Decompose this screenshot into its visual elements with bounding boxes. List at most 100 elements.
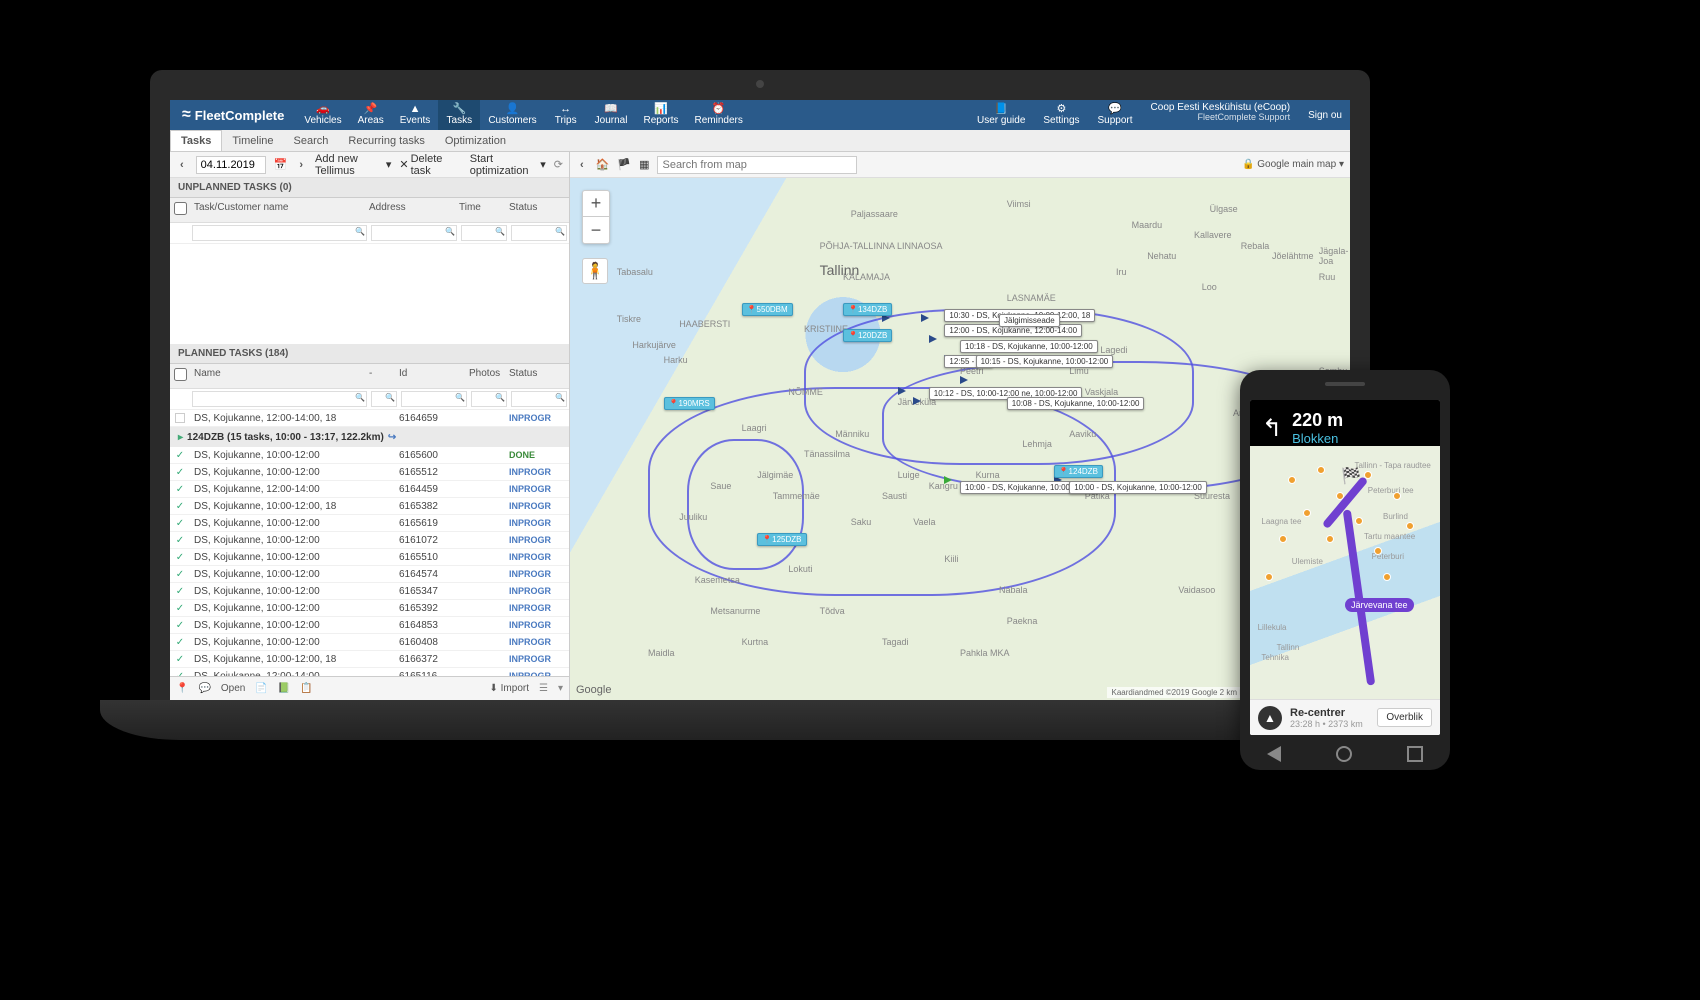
import-button[interactable]: ⬇ Import [489,683,529,694]
task-row[interactable]: DS, Kojukanne, 10:00-12:00, 186166372INP… [170,651,569,668]
android-recents-button[interactable] [1407,746,1423,762]
task-row[interactable]: DS, Kojukanne, 10:00-12:006165392INPROGR [170,600,569,617]
vehicle-pin[interactable]: 📍550DBM [742,303,793,316]
filter-p-id[interactable] [401,391,467,407]
next-day-button[interactable]: › [295,159,307,171]
task-group-header[interactable]: 124DZB (15 tasks, 10:00 - 13:17, 122.2km… [170,427,569,447]
refresh-icon[interactable]: ⟳ [554,158,563,171]
task-flag-icon[interactable] [913,397,921,405]
ribbon-reminders[interactable]: ⏰Reminders [687,100,751,130]
ribbon-trips[interactable]: ↔Trips [545,100,587,130]
calendar-icon[interactable]: 📅 [274,158,288,171]
task-row[interactable]: DS, Kojukanne, 10:00-12:00, 186165382INP… [170,498,569,515]
task-flag-icon[interactable] [898,387,906,395]
ribbon-settings[interactable]: ⚙Settings [1035,104,1087,126]
delete-task-button[interactable]: ✕ Delete task [399,153,453,177]
task-map-label[interactable]: 10:08 - DS, Kojukanne, 10:00-12:00 [1007,397,1145,410]
prev-day-button[interactable]: ‹ [176,159,188,171]
map-back-button[interactable]: ‹ [576,159,588,171]
task-row[interactable]: DS, Kojukanne, 12:00-14:006164459INPROGR [170,481,569,498]
map-type-dropdown[interactable]: 🔒 Google main map ▾ [1242,159,1344,170]
ribbon-areas[interactable]: 📌Areas [350,100,392,130]
signout-link[interactable]: Sign ou [1300,110,1350,121]
vehicle-pin[interactable]: 📍120DZB [843,329,892,342]
select-all-planned[interactable] [174,368,187,381]
open-button[interactable]: Open [221,683,245,694]
task-map-label[interactable]: 10:00 - DS, Kojukanne, 10:00-12:00 [1069,481,1207,494]
recenter-button[interactable]: Re-centrer [1290,707,1363,719]
task-map-label[interactable]: 10:15 - DS, Kojukanne, 10:00-12:00 [976,355,1114,368]
subtab-search[interactable]: Search [284,130,339,151]
task-map-label[interactable]: 10:18 - DS, Kojukanne, 10:00-12:00 [960,340,1098,353]
android-back-button[interactable] [1267,746,1281,762]
doc-icon[interactable]: 📋 [300,683,312,694]
task-row[interactable]: DS, Kojukanne, 10:00-12:006165347INPROGR [170,583,569,600]
map-place-label: Pahkla MKA [960,648,1010,658]
filter-address[interactable] [371,225,457,241]
start-optimization-button[interactable]: Start optimization ▾ [470,153,546,177]
expand-icon[interactable]: ▾ [558,683,563,694]
pdf-icon[interactable]: 📄 [255,683,267,694]
task-row[interactable]: DS, Kojukanne, 10:00-12:006165510INPROGR [170,549,569,566]
filter-p-name[interactable] [192,391,367,407]
ribbon-reports[interactable]: 📊Reports [635,100,686,130]
subtab-tasks[interactable]: Tasks [170,130,222,151]
flag-icon[interactable]: 🏴 [617,158,631,171]
ribbon-journal[interactable]: 📖Journal [587,100,636,130]
ribbon-events[interactable]: ▲Events [392,100,439,130]
filter-time[interactable] [461,225,507,241]
task-row[interactable]: DS, Kojukanne, 12:00-14:006165116INPROGR [170,668,569,676]
task-row[interactable]: DS, Kojukanne, 10:00-12:006165512INPROGR [170,464,569,481]
ribbon-tasks[interactable]: 🔧Tasks [438,100,480,130]
task-row[interactable]: DS, Kojukanne, 10:00-12:006164574INPROGR [170,566,569,583]
subtab-optimization[interactable]: Optimization [435,130,516,151]
vehicle-pin[interactable]: 📍134DZB [843,303,892,316]
pegman-icon[interactable]: 🧍 [582,258,608,284]
map-search-input[interactable] [657,156,857,174]
vehicle-pin[interactable]: 📍124DZB [1054,465,1103,478]
overblik-button[interactable]: Overblik [1377,708,1432,727]
phone-map-label: Tehnika [1261,653,1289,662]
select-all-unplanned[interactable] [174,202,187,215]
list-view-icon[interactable]: ☰ [539,683,548,694]
task-flag-icon[interactable] [960,376,968,384]
task-flag-icon[interactable] [944,476,952,484]
ribbon-support[interactable]: 💬Support [1090,104,1141,126]
phone-map-label: Burlind [1383,512,1408,521]
task-row[interactable]: DS, Kojukanne, 10:00-12:006165619INPROGR [170,515,569,532]
android-home-button[interactable] [1336,746,1352,762]
task-row[interactable]: DS, Kojukanne, 12:00-14:00, 186164659INP… [170,410,569,427]
filter-p-dash[interactable] [371,391,397,407]
zoom-out-button[interactable]: − [583,217,609,243]
task-flag-icon[interactable] [921,314,929,322]
filter-p-photos[interactable] [471,391,507,407]
task-flag-icon[interactable] [929,335,937,343]
ribbon-vehicles[interactable]: 🚗Vehicles [296,100,349,130]
vehicle-pin[interactable]: 📍125DZB [757,533,806,546]
filter-status[interactable] [511,225,567,241]
ribbon-customers[interactable]: 👤Customers [480,100,544,130]
zoom-in-button[interactable]: + [583,191,609,217]
poi-marker [1317,466,1325,474]
map-pin-icon[interactable]: 📍 [176,683,188,694]
home-icon[interactable]: 🏠 [596,158,610,171]
date-input[interactable] [196,156,266,174]
task-row[interactable]: DS, Kojukanne, 10:00-12:006161072INPROGR [170,532,569,549]
compass-icon[interactable]: ▲ [1258,706,1282,730]
chat-icon[interactable]: 💬 [198,683,210,694]
task-row[interactable]: DS, Kojukanne, 10:00-12:006165600DONE [170,447,569,464]
filter-name[interactable] [192,225,367,241]
task-row[interactable]: DS, Kojukanne, 10:00-12:006164853INPROGR [170,617,569,634]
subtab-recurring-tasks[interactable]: Recurring tasks [338,130,434,151]
excel-icon[interactable]: 📗 [278,683,290,694]
map-canvas[interactable]: Tallinn ViimsiMaarduRebalaIruLooJõelähtm… [570,178,1350,700]
task-map-label[interactable]: Jälgimisseade [999,314,1060,327]
phone-map[interactable]: 🏁 Järvevana tee Laagna teePeterburi teeT… [1250,446,1440,699]
ribbon-user-guide[interactable]: 📘User guide [969,104,1033,126]
vehicle-pin[interactable]: 📍190MRS [664,397,715,410]
add-task-button[interactable]: Add new Tellimus ▾ [315,153,391,177]
layers-icon[interactable]: ▦ [639,158,649,171]
subtab-timeline[interactable]: Timeline [222,130,283,151]
filter-p-status[interactable] [511,391,567,407]
task-row[interactable]: DS, Kojukanne, 10:00-12:006160408INPROGR [170,634,569,651]
